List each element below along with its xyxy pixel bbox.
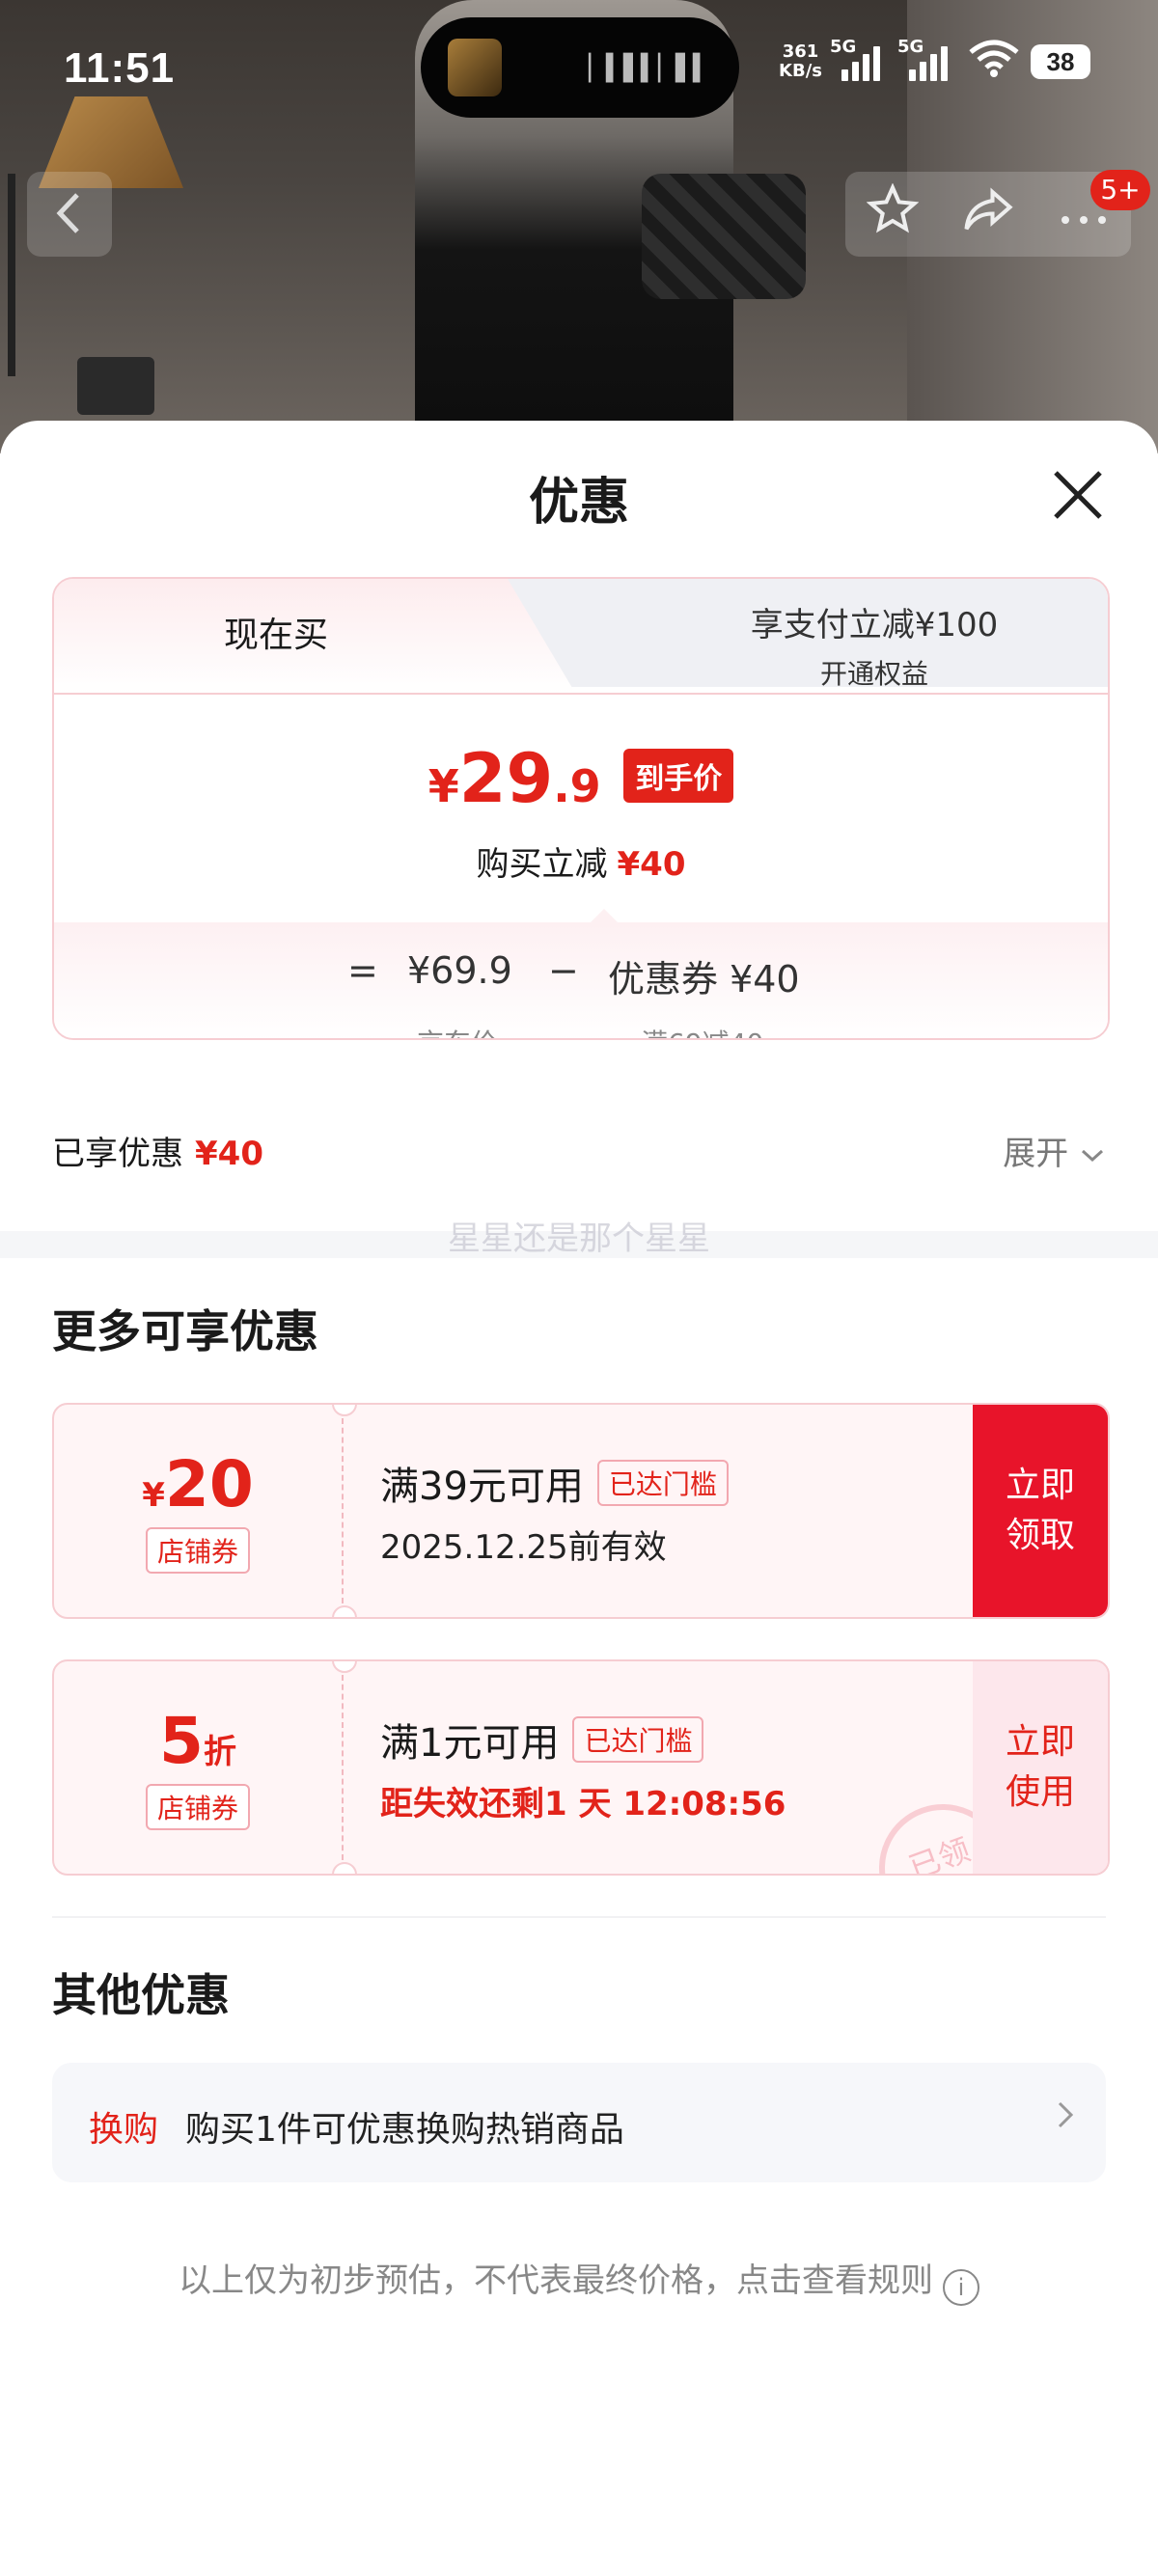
coupon-type: 店铺券	[145, 1527, 250, 1574]
other-offers-title: 其他优惠	[52, 1969, 230, 2021]
sheet-title: 优惠	[528, 474, 629, 532]
footnote-text: 以上仅为初步预估，不代表最终价格，点击查看规则	[179, 2261, 933, 2300]
share-icon	[964, 187, 1013, 230]
chevron-left-icon	[56, 193, 79, 233]
exchange-tag: 换购	[89, 2110, 159, 2150]
reduction-label: 购买立减	[476, 845, 608, 884]
divider-line	[52, 1916, 1106, 1918]
price-card: 现在买 享支付立减¥100 开通权益 ¥29.9 到手价 购买立减 ¥40 = ¥…	[52, 577, 1110, 1040]
coupon-card: 5折 店铺券 满1元可用 已达门槛 距失效还剩1 天 12:08:56 已领 立即…	[52, 1659, 1110, 1876]
media-thumbnail	[448, 39, 502, 96]
jd-price-label: 京东价	[417, 1023, 498, 1038]
more-offers-title: 更多可享优惠	[52, 1305, 318, 1357]
nav-actions	[845, 172, 1131, 257]
net-speed: 361 KB/s	[779, 41, 822, 81]
share-button[interactable]	[962, 183, 1014, 246]
more-dots-icon	[1061, 216, 1106, 224]
exchange-offer-row[interactable]: 换购 购买1件可优惠换购热销商品	[52, 2063, 1106, 2182]
tab-buy-now[interactable]: 现在买	[54, 579, 498, 693]
tab-pay-title: 享支付立减¥100	[750, 606, 999, 644]
coupon-amount-suffix: 折	[203, 1733, 236, 1771]
use-coupon-button[interactable]: 立即使用	[973, 1661, 1108, 1874]
battery-icon: 38	[1031, 43, 1090, 79]
expand-label: 展开	[1003, 1135, 1069, 1173]
coupon-value: ¥20 店铺券	[54, 1405, 342, 1574]
coupon-condition: 满39元可用	[380, 1465, 584, 1509]
coupon-card: ¥20 店铺券 满39元可用 已达门槛 2025.12.25前有效 立即领取	[52, 1403, 1110, 1619]
lamp-arm	[8, 174, 15, 376]
exchange-text: 购买1件可优惠换购热销商品	[185, 2110, 624, 2150]
price-currency: ¥	[427, 760, 459, 812]
coupon-info: 满39元可用 已达门槛 2025.12.25前有效	[380, 1455, 729, 1568]
price-decimal: .9	[553, 760, 601, 812]
product-bag	[642, 174, 806, 299]
price-card-body: ¥29.9 到手价 购买立减¥40 = ¥69.9 − 优惠券 ¥40 京东价 …	[54, 693, 1108, 1038]
favorite-button[interactable]	[866, 181, 920, 246]
coupon-deduction: 优惠券 ¥40	[608, 958, 800, 1000]
lamp-base	[77, 357, 154, 415]
coupon-info: 满1元可用 已达门槛 距失效还剩1 天 12:08:56	[380, 1712, 786, 1824]
audio-wave-icon: ▏▍▌▍▏▌▍	[589, 54, 712, 83]
chevron-down-icon	[1081, 1149, 1104, 1163]
rules-footnote[interactable]: 以上仅为初步预估，不代表最终价格，点击查看规则 i	[0, 2254, 1158, 2306]
threshold-badge: 已达门槛	[572, 1716, 704, 1763]
sim1-label: 5G	[830, 36, 857, 57]
message-badge: 5+	[1090, 170, 1150, 210]
dynamic-island[interactable]: ▏▍▌▍▏▌▍	[421, 17, 739, 118]
coupon-amount: 5	[159, 1704, 204, 1778]
status-icons: 361 KB/s 5G 5G 38	[779, 37, 1090, 84]
status-bar: 11:51 ▏▍▌▍▏▌▍ 361 KB/s 5G 5G 38	[0, 0, 1158, 145]
close-button[interactable]	[1050, 467, 1106, 523]
status-time: 11:51	[64, 44, 176, 92]
close-icon	[1054, 471, 1102, 519]
wifi-icon	[969, 39, 1019, 84]
use-label: 立即使用	[1005, 1722, 1075, 1812]
enjoyed-discount: 已享优惠 ¥40	[52, 1127, 263, 1174]
coupon-type: 店铺券	[145, 1784, 250, 1830]
coupon-rule: 满69减40	[641, 1023, 763, 1038]
purchase-reduction: 购买立减 ¥40	[54, 837, 1108, 885]
claim-coupon-button[interactable]: 立即领取	[973, 1405, 1108, 1617]
threshold-badge: 已达门槛	[596, 1460, 729, 1506]
price-integer: 29	[458, 739, 554, 818]
coupon-value: 5折 店铺券	[54, 1661, 342, 1830]
final-price-tag: 到手价	[623, 749, 734, 803]
back-button[interactable]	[27, 172, 112, 257]
minus-sign: −	[548, 949, 579, 992]
coupon-validity: 2025.12.25前有效	[380, 1528, 667, 1567]
coupon-condition: 满1元可用	[380, 1721, 560, 1766]
price-breakdown: = ¥69.9 − 优惠券 ¥40 京东价 满69减40	[54, 922, 1108, 1038]
sim2-label: 5G	[897, 36, 924, 57]
net-speed-unit: KB/s	[779, 60, 822, 81]
net-speed-value: 361	[782, 41, 819, 62]
coupon-countdown: 距失效还剩1 天 12:08:56	[380, 1785, 786, 1823]
coupon-amount-prefix: ¥	[142, 1476, 165, 1515]
coupon-amount: 20	[164, 1447, 254, 1521]
chevron-right-icon	[1056, 2097, 1077, 2142]
tab-pay-subtitle: 开通权益	[819, 658, 928, 690]
watermark: 星星还是那个星星	[448, 1219, 710, 1258]
reduction-value: ¥40	[617, 845, 686, 884]
signal-icon-sim2: 5G	[897, 37, 957, 81]
expand-button[interactable]: 展开	[1003, 1127, 1106, 1174]
signal-icon-sim1: 5G	[830, 37, 890, 81]
enjoyed-label: 已享优惠	[52, 1135, 183, 1173]
info-icon: i	[943, 2269, 979, 2306]
offers-sheet: 优惠 现在买 享支付立减¥100 开通权益 ¥29.9 到手价 购买立减 ¥40 …	[0, 421, 1158, 2576]
star-icon	[866, 181, 920, 233]
enjoyed-value: ¥40	[195, 1135, 263, 1173]
jd-price-value: ¥69.9	[407, 949, 512, 992]
equals-sign: =	[347, 949, 378, 992]
final-price: ¥29.9 到手价	[54, 739, 1108, 818]
claim-label: 立即领取	[1005, 1466, 1075, 1555]
tab-pay-discount[interactable]: 享支付立减¥100 开通权益	[594, 598, 1108, 692]
